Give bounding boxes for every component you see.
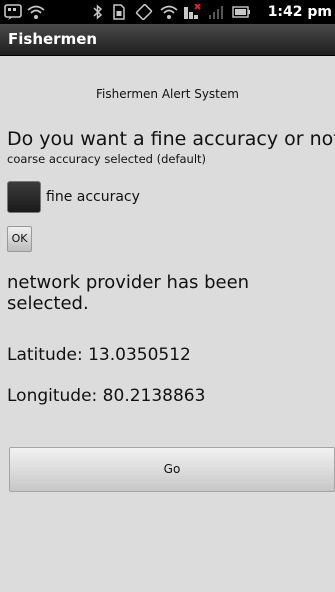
battery-icon — [232, 4, 252, 20]
status-time: 1:42 pm — [267, 4, 332, 20]
fine-accuracy-checkbox[interactable] — [7, 181, 41, 213]
cell-signal-icon — [208, 4, 224, 20]
page-header: Fishermen Alert System — [96, 87, 239, 101]
notification-icon — [183, 3, 201, 20]
wifi-signal-icon — [160, 4, 178, 20]
bluetooth-icon — [92, 4, 104, 20]
rotation-icon — [135, 3, 153, 21]
wifi-icon — [27, 4, 45, 20]
fine-accuracy-label[interactable]: fine accuracy — [46, 188, 140, 206]
latitude-value: Latitude: 13.0350512 — [7, 345, 191, 365]
ok-button[interactable]: OK — [7, 226, 32, 252]
sim-icon — [112, 4, 126, 20]
bbm-icon — [4, 4, 22, 20]
status-bar: 1:42 pm — [0, 0, 335, 24]
provider-status: network provider has been selected. — [7, 272, 250, 314]
accuracy-note: coarse accuracy selected (default) — [7, 152, 207, 166]
accuracy-question: Do you want a fine accuracy or not? — [7, 128, 335, 150]
go-button[interactable]: Go — [9, 447, 335, 492]
title-bar: Fishermen — [0, 24, 335, 56]
longitude-value: Longitude: 80.2138863 — [7, 386, 206, 406]
app-title: Fishermen — [8, 30, 98, 48]
